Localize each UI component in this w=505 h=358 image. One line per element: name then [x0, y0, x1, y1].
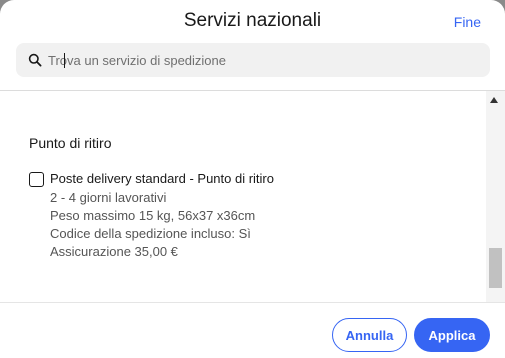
scrollbar[interactable]: [486, 91, 505, 302]
section-title-pickup-point: Punto di ritiro: [29, 135, 112, 151]
arrow-up-icon[interactable]: [490, 97, 498, 103]
services-list[interactable]: Punto di ritiro Poste delivery standard …: [0, 91, 486, 302]
cancel-button[interactable]: Annulla: [332, 318, 407, 352]
search-input[interactable]: [48, 43, 478, 77]
search-icon: [28, 53, 42, 67]
service-tracking: Codice della spedizione incluso: Sì: [50, 226, 251, 241]
dialog-header: Servizi nazionali Fine: [0, 0, 505, 44]
footer-divider: [0, 302, 505, 303]
done-button[interactable]: Fine: [454, 14, 481, 30]
service-delivery-time: 2 - 4 giorni lavorativi: [50, 190, 167, 205]
service-checkbox[interactable]: [29, 172, 44, 187]
service-title[interactable]: Poste delivery standard - Punto di ritir…: [50, 171, 274, 186]
text-cursor: [64, 53, 65, 68]
shipping-services-dialog: Servizi nazionali Fine Punto di ritiro P…: [0, 0, 505, 358]
apply-button[interactable]: Applica: [414, 318, 490, 352]
service-max-weight: Peso massimo 15 kg, 56x37 x36cm: [50, 208, 256, 223]
search-field[interactable]: [16, 43, 490, 77]
dialog-title: Servizi nazionali: [183, 10, 322, 31]
scrollbar-thumb[interactable]: [489, 248, 502, 288]
service-insurance: Assicurazione 35,00 €: [50, 244, 178, 259]
